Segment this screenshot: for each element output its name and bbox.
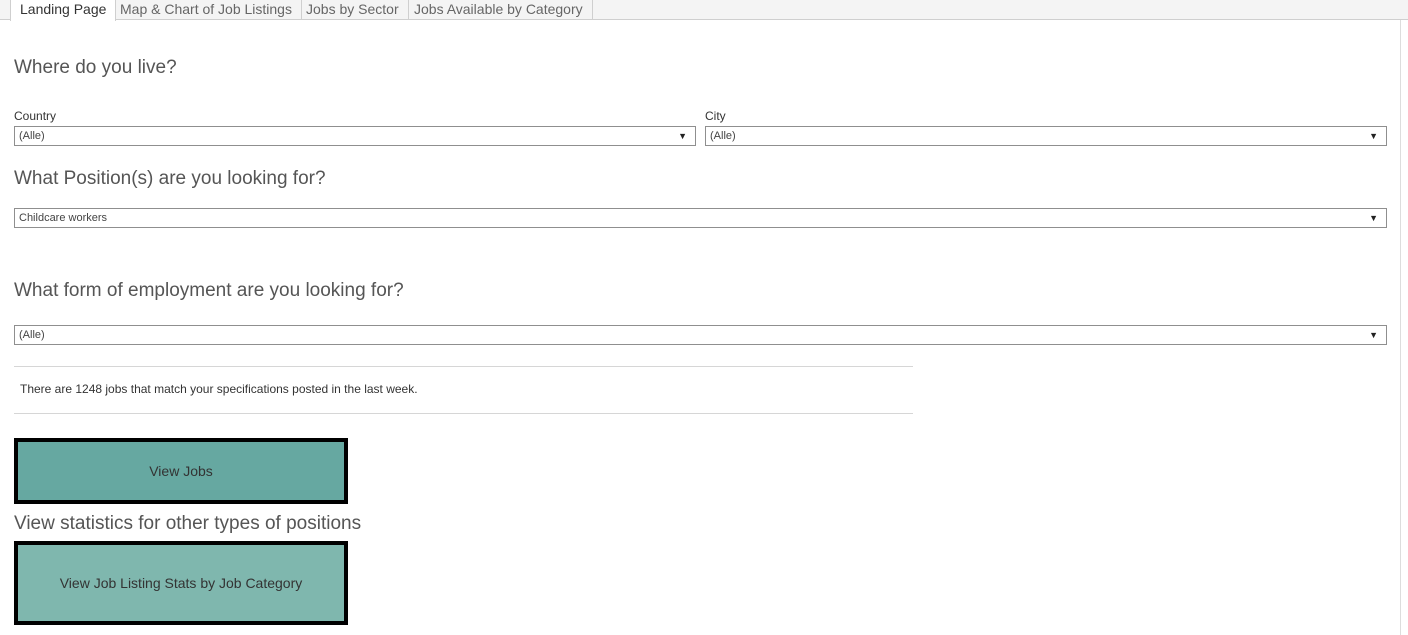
- view-stats-label: View Job Listing Stats by Job Category: [59, 575, 303, 591]
- caret-down-icon: ▼: [1369, 330, 1378, 340]
- job-count-summary: There are 1248 jobs that match your spec…: [20, 382, 418, 396]
- city-label: City: [705, 109, 726, 123]
- country-value: (Alle): [19, 130, 45, 142]
- country-dropdown[interactable]: (Alle) ▼: [14, 126, 696, 146]
- position-dropdown[interactable]: Childcare workers ▼: [14, 208, 1387, 228]
- tab-bar: Landing Page Map & Chart of Job Listings…: [0, 0, 1408, 21]
- position-heading: What Position(s) are you looking for?: [14, 168, 326, 189]
- tab-landing-page[interactable]: Landing Page: [10, 0, 117, 21]
- summary-bottom-divider: [14, 413, 913, 414]
- summary-top-divider: [14, 366, 913, 367]
- country-label: Country: [14, 109, 57, 123]
- tab-jobs-by-sector[interactable]: Jobs by Sector: [297, 0, 409, 20]
- city-value: (Alle): [710, 130, 736, 142]
- caret-down-icon: ▼: [1369, 213, 1378, 223]
- location-heading: Where do you live?: [14, 57, 177, 78]
- caret-down-icon: ▼: [678, 131, 687, 141]
- employment-value: (Alle): [19, 329, 45, 341]
- view-stats-button[interactable]: View Job Listing Stats by Job Category: [14, 541, 348, 625]
- stats-heading: View statistics for other types of posit…: [14, 513, 362, 534]
- city-dropdown[interactable]: (Alle) ▼: [705, 126, 1387, 146]
- caret-down-icon: ▼: [1369, 131, 1378, 141]
- tab-jobs-by-category[interactable]: Jobs Available by Category: [405, 0, 593, 20]
- employment-dropdown[interactable]: (Alle) ▼: [14, 325, 1387, 345]
- view-jobs-button[interactable]: View Jobs: [14, 438, 348, 504]
- position-value: Childcare workers: [19, 212, 108, 224]
- employment-heading: What form of employment are you looking …: [14, 280, 404, 301]
- tab-map-chart-job-listings[interactable]: Map & Chart of Job Listings: [111, 0, 302, 20]
- view-jobs-label: View Jobs: [149, 463, 213, 479]
